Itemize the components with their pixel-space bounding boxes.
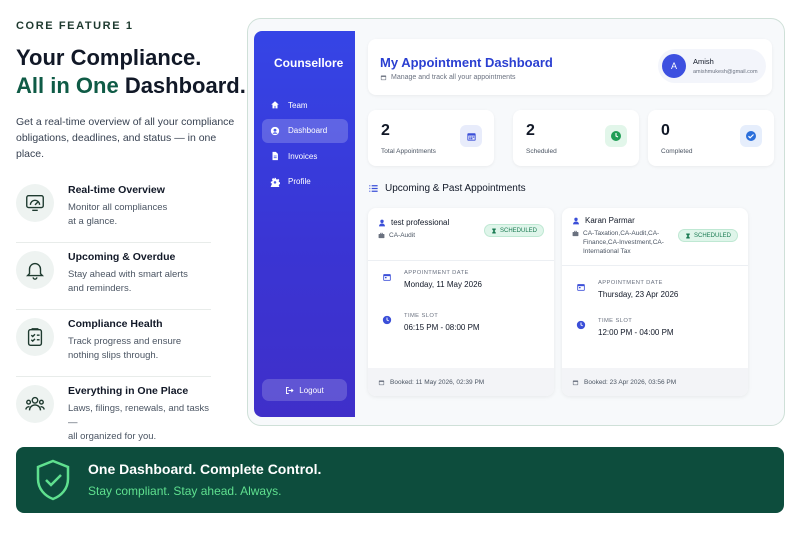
logout-button[interactable]: Logout: [262, 379, 347, 401]
calendar-icon: [577, 284, 585, 291]
stat-card-total: 2 Total Appointments: [368, 110, 494, 166]
headline-line-2: All in One Dashboard.: [16, 72, 246, 100]
feature-desc: Laws, filings, renewals, and tasks — all …: [68, 403, 209, 442]
briefcase-icon: [378, 232, 385, 239]
sidebar-item-label: Invoices: [288, 151, 318, 161]
status-badge: SCHEDULED: [677, 229, 738, 242]
list-icon: [369, 185, 378, 192]
calendar-small-icon: [380, 75, 387, 81]
booked-timestamp: Booked: 23 Apr 2026, 03:56 PM: [562, 368, 748, 396]
feature-intro: CORE FEATURE 1 Your Compliance. All in O…: [16, 20, 246, 444]
shield-check-icon: [34, 458, 72, 507]
file-icon: [272, 151, 278, 161]
stat-value: 2: [381, 122, 390, 139]
stat-label: Total Appointments: [381, 148, 436, 155]
stat-card-completed: 0 Completed: [648, 110, 774, 166]
bell-icon: [16, 251, 54, 289]
briefcase-icon: [572, 230, 579, 237]
users-icon: [16, 385, 54, 423]
headline-rest: Dashboard.: [124, 73, 246, 98]
sidebar-item-profile[interactable]: Profile: [262, 170, 348, 194]
appointment-card[interactable]: test professional CA-Audit SCHEDULED APP…: [368, 208, 554, 396]
calendar-small-icon: [378, 379, 385, 385]
clock-icon: [576, 320, 586, 330]
divider: [368, 260, 554, 261]
divider: [562, 265, 748, 266]
user-menu[interactable]: A Amish amishmukesh@gmail.com: [658, 49, 766, 83]
appointment-card[interactable]: Karan Parmar CA-Taxation,CA-Audit,CA- Fin…: [562, 208, 748, 396]
feature-title: Real-time Overview: [68, 184, 165, 196]
feature-desc: Track progress and ensure nothing slips t…: [68, 336, 182, 361]
intro-text: Get a real-time overview of all your com…: [16, 116, 235, 160]
stat-label: Scheduled: [526, 148, 557, 155]
time-slot: TIME SLOT 06:15 PM - 08:00 PM: [382, 313, 480, 332]
user-email: amishmukesh@gmail.com: [693, 69, 758, 75]
hourglass-icon: [686, 233, 690, 238]
feature-desc: Monitor all compliances at a glance.: [68, 202, 168, 227]
banner-title: One Dashboard. Complete Control.: [88, 461, 322, 477]
feature-item: Real-time Overview Monitor all complianc…: [16, 176, 211, 243]
feature-title: Upcoming & Overdue: [68, 251, 176, 263]
feature-desc: Stay ahead with smart alerts and reminder…: [68, 269, 188, 294]
calendar-icon: [460, 125, 482, 147]
sidebar-item-dashboard[interactable]: Dashboard: [262, 118, 348, 143]
bottom-banner: One Dashboard. Complete Control. Stay co…: [16, 447, 784, 513]
time-slot: TIME SLOT 12:00 PM - 04:00 PM: [576, 318, 674, 337]
page-subtitle: Manage and track all your appointments: [380, 74, 516, 81]
sidebar-nav: Team Dashboard Invoices Profile: [262, 93, 348, 195]
headline-accent: All in One: [16, 73, 119, 98]
clock-icon: [605, 125, 627, 147]
clipboard-check-icon: [16, 318, 54, 356]
status-badge: SCHEDULED: [483, 224, 544, 237]
page-title: My Appointment Dashboard: [380, 55, 553, 70]
check-circle-icon: [740, 125, 762, 147]
avatar: A: [662, 54, 686, 78]
calendar-icon: [383, 274, 391, 281]
brand-logo[interactable]: Counsellore: [274, 56, 343, 70]
headline: Your Compliance. All in One Dashboard.: [16, 44, 246, 100]
sidebar-item-invoices[interactable]: Invoices: [262, 144, 348, 168]
sidebar-item-label: Team: [288, 100, 308, 110]
feature-item: Upcoming & Overdue Stay ahead with smart…: [16, 243, 211, 310]
section-title: Upcoming & Past Appointments: [368, 183, 526, 194]
person-icon: [379, 219, 385, 226]
app-preview-frame: Counsellore Team Dashboard Invoices Prof…: [247, 18, 785, 426]
sidebar-item-label: Profile: [288, 177, 311, 186]
appointment-date: APPOINTMENT DATE Monday, 11 May 2026: [382, 270, 482, 289]
stat-value: 0: [661, 122, 670, 139]
header-card: My Appointment Dashboard Manage and trac…: [368, 39, 772, 95]
eyebrow-label: CORE FEATURE 1: [16, 20, 134, 32]
main-content: My Appointment Dashboard Manage and trac…: [366, 19, 784, 425]
headline-line-1: Your Compliance.: [16, 45, 202, 70]
hourglass-icon: [492, 228, 496, 233]
user-name: Amish: [693, 57, 714, 66]
gear-icon: [270, 177, 280, 187]
clock-icon: [382, 315, 392, 325]
sidebar-item-team[interactable]: Team: [262, 93, 348, 117]
banner-subtitle: Stay compliant. Stay ahead. Always.: [88, 484, 282, 498]
home-icon: [271, 101, 279, 109]
person-icon: [573, 217, 579, 224]
appointment-date: APPOINTMENT DATE Thursday, 23 Apr 2026: [576, 280, 678, 299]
feature-item: Everything in One Place Laws, filings, r…: [16, 377, 211, 444]
user-circle-icon: [270, 126, 280, 135]
feature-list: Real-time Overview Monitor all complianc…: [16, 176, 246, 444]
gauge-icon: [16, 184, 54, 222]
stat-label: Completed: [661, 148, 693, 155]
stat-card-scheduled: 2 Scheduled: [513, 110, 639, 166]
sidebar: Counsellore Team Dashboard Invoices Prof…: [254, 31, 355, 417]
sidebar-item-label: Dashboard: [288, 126, 328, 135]
feature-item: Compliance Health Track progress and ens…: [16, 310, 211, 377]
feature-title: Everything in One Place: [68, 385, 189, 397]
logout-label: Logout: [299, 385, 324, 395]
professional-name: Karan Parmar: [572, 216, 738, 225]
calendar-small-icon: [572, 379, 579, 385]
logout-icon: [286, 386, 294, 394]
booked-timestamp: Booked: 11 May 2026, 02:39 PM: [368, 368, 554, 396]
feature-title: Compliance Health: [68, 318, 163, 330]
stat-value: 2: [526, 122, 535, 139]
